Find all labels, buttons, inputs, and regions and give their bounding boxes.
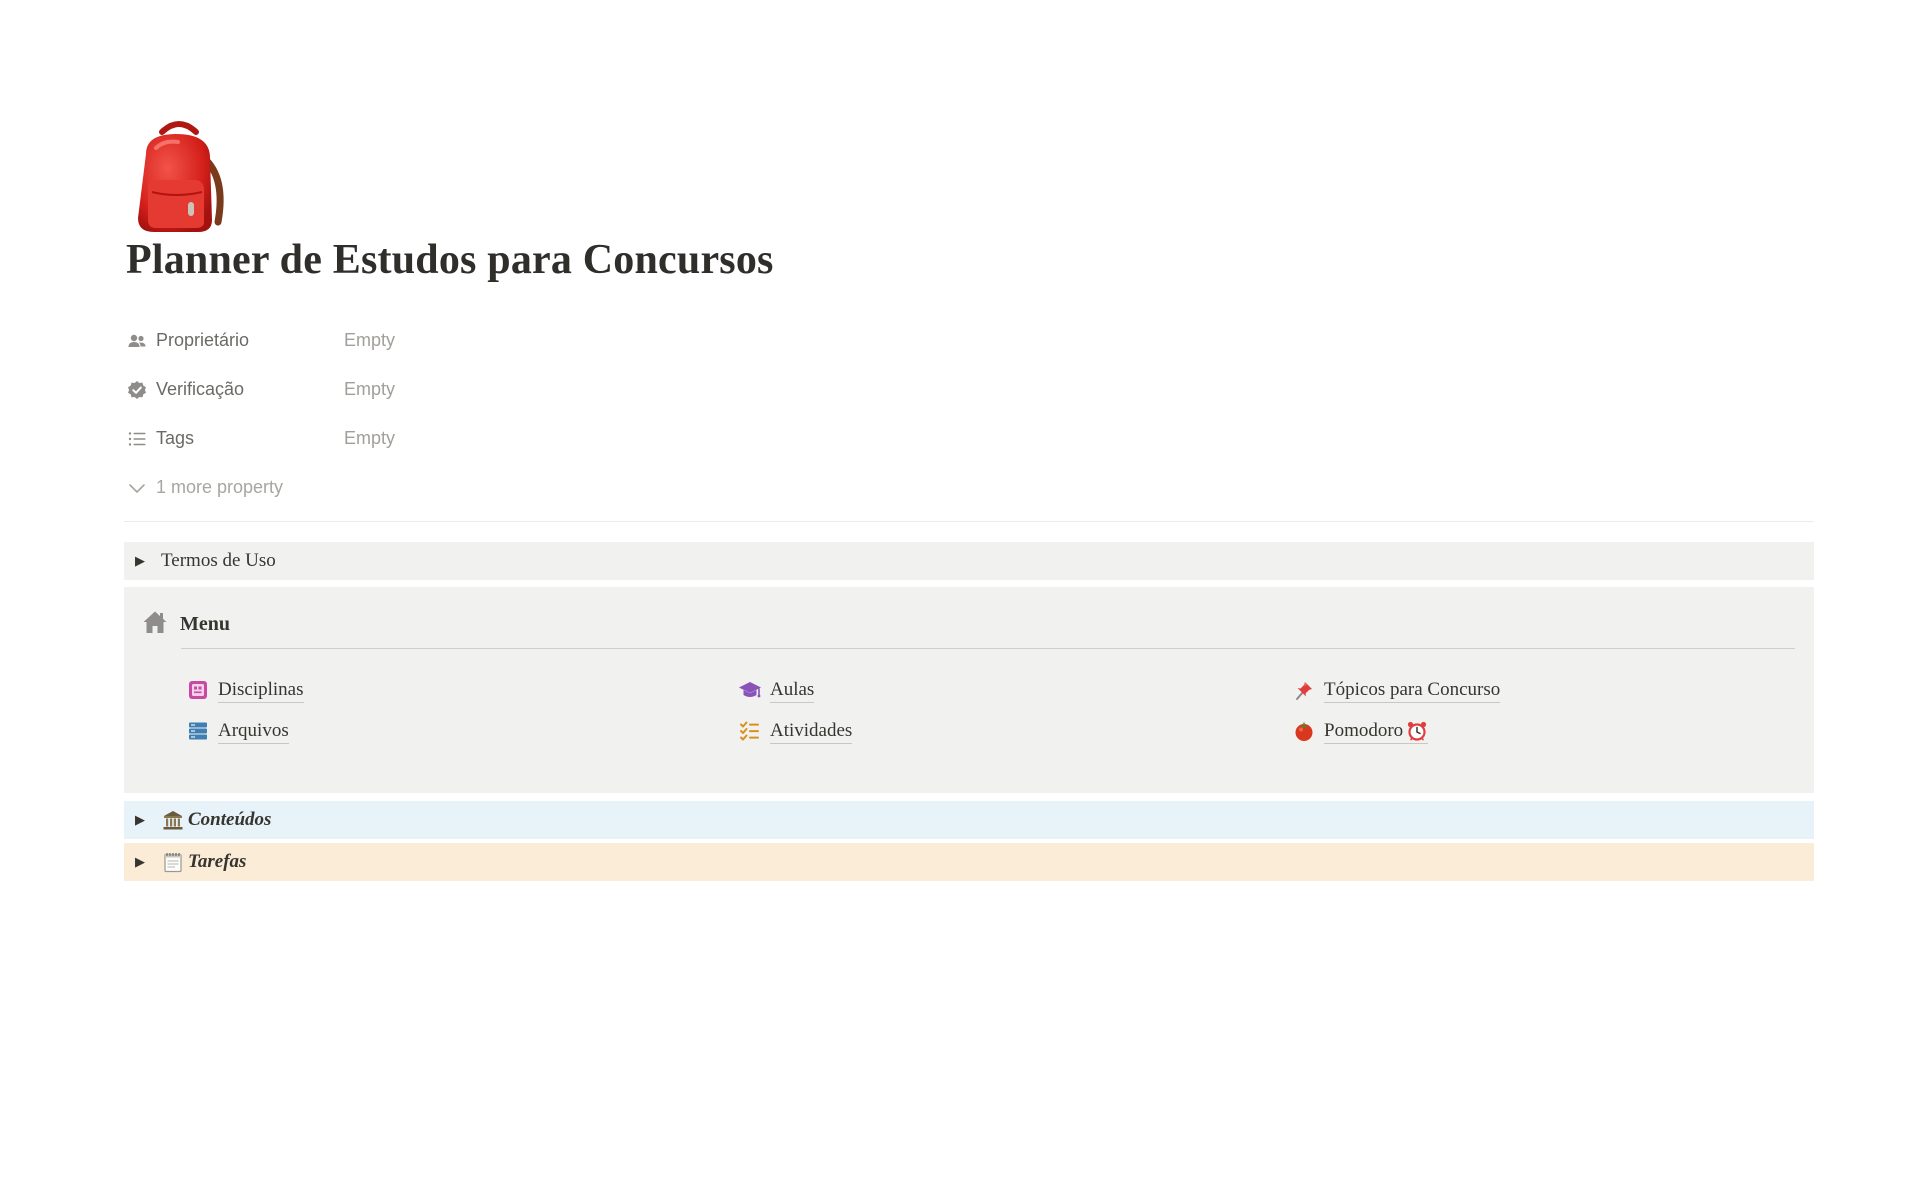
menu-divider bbox=[181, 648, 1795, 649]
more-properties-label: 1 more property bbox=[156, 477, 284, 497]
property-tags[interactable]: Tags Empty bbox=[126, 414, 686, 463]
toggle-conteudos[interactable]: ▶ Conteúdos bbox=[124, 801, 1814, 839]
toggle-termos-de-uso[interactable]: ▶ Termos de Uso bbox=[124, 542, 1814, 580]
toggle-label: Termos de Uso bbox=[161, 550, 276, 571]
menu-link-atividades[interactable]: Atividades bbox=[738, 716, 853, 746]
notebook-icon bbox=[186, 678, 210, 702]
menu-link-disciplinas[interactable]: Disciplinas bbox=[186, 675, 304, 705]
property-verificacao[interactable]: Verificação Empty bbox=[126, 365, 686, 414]
menu-link-label: Aulas bbox=[770, 678, 815, 703]
menu-link-label: Tópicos para Concurso bbox=[1324, 678, 1501, 703]
property-name: Proprietário bbox=[156, 330, 250, 350]
backpack-icon[interactable] bbox=[124, 118, 234, 238]
alarm-clock-icon bbox=[1406, 720, 1428, 742]
database-icon bbox=[186, 719, 210, 743]
property-name: Tags bbox=[156, 428, 195, 448]
home-icon bbox=[142, 609, 168, 640]
menu-link-topicos[interactable]: Tópicos para Concurso bbox=[1292, 675, 1501, 705]
menu-link-label-text: Pomodoro bbox=[1324, 719, 1404, 741]
toggle-label: Tarefas bbox=[188, 851, 247, 872]
property-value[interactable]: Empty bbox=[344, 330, 395, 351]
toggle-tarefas[interactable]: ▶ Tarefas bbox=[124, 843, 1814, 881]
properties-list: Proprietário Empty Verificação Empty Tag… bbox=[126, 316, 686, 512]
menu-link-pomodoro[interactable]: Pomodoro bbox=[1292, 716, 1429, 746]
list-icon bbox=[126, 428, 148, 450]
menu-link-arquivos[interactable]: Arquivos bbox=[186, 716, 289, 746]
chevron-down-icon bbox=[126, 477, 148, 499]
toggle-label: Conteúdos bbox=[188, 809, 272, 830]
menu-callout: Menu Disciplinas Aulas Tópicos para Conc… bbox=[124, 587, 1814, 793]
menu-link-label: Disciplinas bbox=[218, 678, 304, 703]
page: Planner de Estudos para Concursos Propri… bbox=[124, 0, 1814, 1199]
menu-link-label: Arquivos bbox=[218, 719, 289, 744]
pushpin-icon bbox=[1292, 678, 1316, 702]
property-proprietario[interactable]: Proprietário Empty bbox=[126, 316, 686, 365]
property-value[interactable]: Empty bbox=[344, 379, 395, 400]
property-value[interactable]: Empty bbox=[344, 428, 395, 449]
menu-link-label: Atividades bbox=[770, 719, 853, 744]
classical-building-icon bbox=[161, 808, 185, 832]
tomato-icon bbox=[1292, 719, 1316, 743]
toggle-arrow-icon[interactable]: ▶ bbox=[135, 554, 147, 569]
toggle-arrow-icon[interactable]: ▶ bbox=[135, 855, 147, 870]
properties-divider bbox=[124, 521, 1814, 522]
verified-badge-icon bbox=[126, 379, 148, 401]
more-properties-toggle[interactable]: 1 more property bbox=[126, 463, 686, 512]
graduation-cap-icon bbox=[738, 678, 762, 702]
toggle-arrow-icon[interactable]: ▶ bbox=[135, 813, 147, 828]
property-name: Verificação bbox=[156, 379, 245, 399]
people-icon bbox=[126, 330, 148, 352]
menu-title: Menu bbox=[180, 613, 230, 635]
menu-link-aulas[interactable]: Aulas bbox=[738, 675, 815, 705]
checklist-icon bbox=[738, 719, 762, 743]
menu-link-label: Pomodoro bbox=[1324, 719, 1429, 744]
page-title[interactable]: Planner de Estudos para Concursos bbox=[126, 236, 774, 284]
spiral-notepad-icon bbox=[161, 850, 185, 874]
menu-header: Menu bbox=[142, 609, 230, 640]
